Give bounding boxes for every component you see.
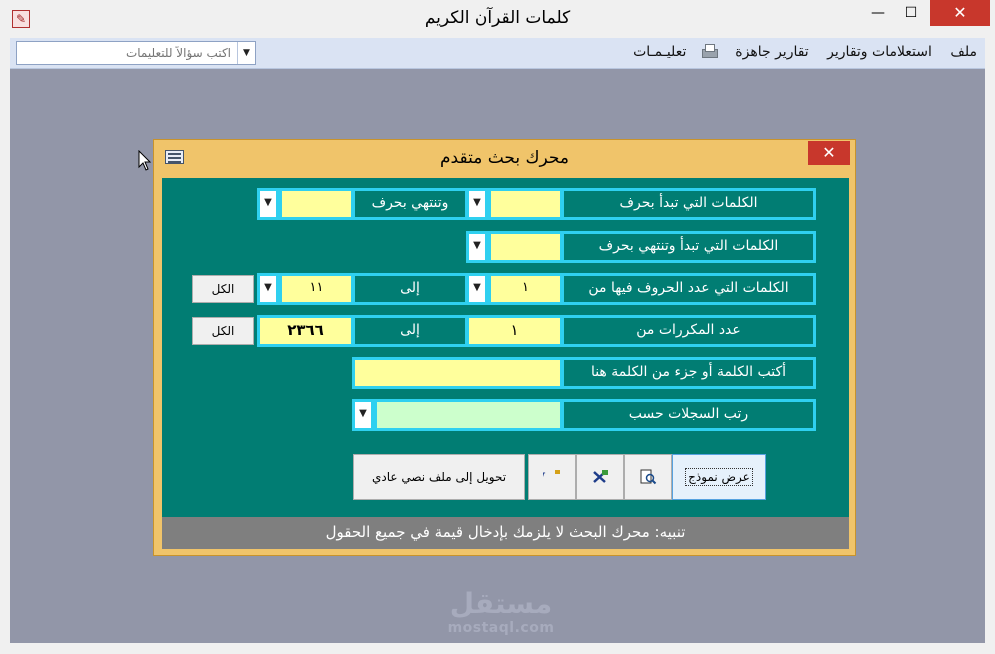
menubar: ▼ ملف استعلامات وتقارير تقارير جاهزة تعل… (10, 38, 985, 69)
preview-form-label: عرض نموذج (685, 468, 753, 486)
ends-with-label: وتنتهي بحرف (352, 188, 468, 220)
search-form: الكلمات التي تبدأ بحرف ▼ وتنتهي بحرف ▼ ا… (162, 178, 849, 517)
printer-icon[interactable] (701, 44, 718, 58)
minimize-icon[interactable]: — (862, 0, 894, 26)
sort-field[interactable] (374, 399, 563, 431)
start-end-field[interactable] (488, 231, 563, 263)
letter-count-from-dropdown[interactable]: ▼ (466, 273, 488, 305)
repeat-count-label: عدد المكررات من (561, 315, 816, 347)
word-label: أكتب الكلمة أو جزء من الكلمة هنا (561, 357, 816, 389)
notice-bar: تنبيه: محرك البحث لا يلزمك بإدخال قيمة ف… (162, 517, 849, 549)
close-dialog-icon[interactable]: ✕ (808, 141, 850, 165)
menu-items: ملف استعلامات وتقارير تقارير جاهزة تعليـ… (619, 44, 977, 60)
watermark: مستقل mostaql.com (436, 587, 566, 637)
sort-dropdown[interactable]: ▼ (352, 399, 374, 431)
help-question-box[interactable]: ▼ (16, 41, 256, 65)
svg-text:W: W (543, 471, 545, 485)
letter-count-to-label: إلى (352, 273, 468, 305)
starts-with-field[interactable] (488, 188, 563, 220)
word-field[interactable] (352, 357, 563, 389)
letter-count-to-field[interactable]: ١١ (279, 273, 354, 305)
watermark-logo: مستقل (449, 587, 553, 620)
letter-count-to-dropdown[interactable]: ▼ (257, 273, 279, 305)
ends-with-dropdown[interactable]: ▼ (257, 188, 279, 220)
menu-help[interactable]: تعليـمـات (633, 44, 686, 60)
starts-with-dropdown[interactable]: ▼ (466, 188, 488, 220)
advanced-search-dialog: محرك بحث متقدم ✕ الكلمات التي تبدأ بحرف … (153, 139, 856, 556)
ends-with-field[interactable] (279, 188, 354, 220)
sort-label: رتب السجلات حسب (561, 399, 816, 431)
starts-with-label: الكلمات التي تبدأ بحرف (561, 188, 816, 220)
preview-form-button[interactable]: عرض نموذج (672, 454, 766, 500)
dialog-title: محرك بحث متقدم (440, 148, 569, 168)
window-title: كلمات القرآن الكريم (424, 8, 571, 28)
chevron-down-icon[interactable]: ▼ (237, 42, 255, 64)
print-preview-button[interactable] (624, 454, 672, 500)
help-question-input[interactable] (17, 42, 237, 64)
repeat-to-field[interactable]: ٢٣٦٦ (257, 315, 354, 347)
close-window-icon[interactable]: ✕ (930, 0, 990, 26)
start-end-dropdown[interactable]: ▼ (466, 231, 488, 263)
window-titlebar: ✎ كلمات القرآن الكريم — ☐ ✕ (0, 0, 995, 38)
export-text-button[interactable]: تحويل إلى ملف نصي عادي (353, 454, 525, 500)
mouse-cursor-icon (138, 150, 152, 171)
excel-icon (593, 470, 608, 483)
start-end-label: الكلمات التي تبدأ وتنتهي بحرف (561, 231, 816, 263)
word-icon: W (543, 470, 560, 485)
repeat-all-button[interactable]: الكل (192, 317, 254, 345)
letter-count-label: الكلمات التي عدد الحروف فيها من (561, 273, 816, 305)
print-preview-icon (640, 469, 657, 485)
export-word-button[interactable]: W (528, 454, 576, 500)
menu-ready-reports[interactable]: تقارير جاهزة (735, 44, 808, 60)
repeat-to-label: إلى (352, 315, 468, 347)
menu-file[interactable]: ملف (950, 44, 977, 60)
letter-count-all-button[interactable]: الكل (192, 275, 254, 303)
watermark-url: mostaql.com (447, 620, 555, 636)
repeat-from-field[interactable]: ١ (466, 315, 563, 347)
menu-queries-reports[interactable]: استعلامات وتقارير (827, 44, 932, 60)
maximize-icon[interactable]: ☐ (895, 0, 927, 26)
export-excel-button[interactable] (576, 454, 624, 500)
letter-count-from-field[interactable]: ١ (488, 273, 563, 305)
